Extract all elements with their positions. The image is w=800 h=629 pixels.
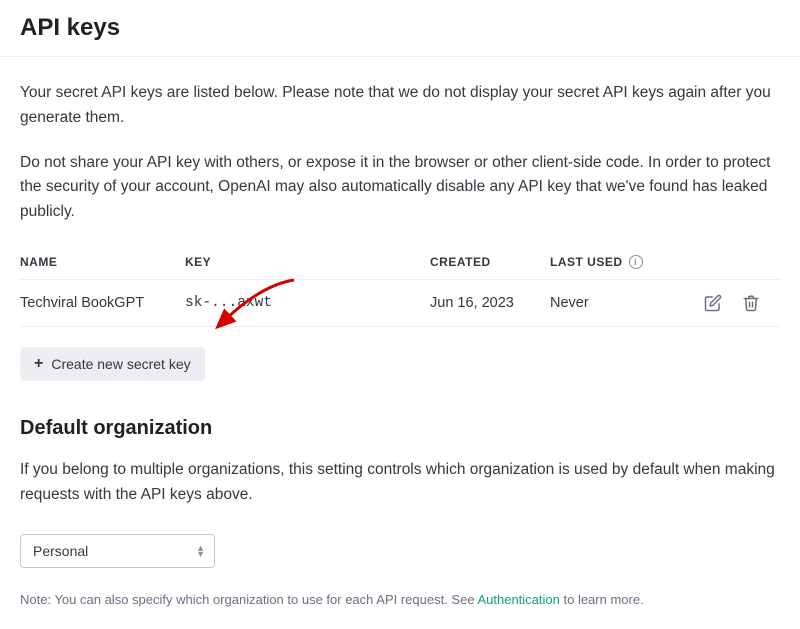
authentication-link[interactable]: Authentication (477, 592, 559, 607)
table-row: Techviral BookGPT sk-...axwt Jun 16, 202… (20, 280, 780, 327)
note-prefix: Note: You can also specify which organiz… (20, 592, 477, 607)
page-title: API keys (20, 0, 780, 56)
intro-paragraph-2: Do not share your API key with others, o… (20, 151, 780, 225)
create-key-label: Create new secret key (51, 356, 190, 372)
note-suffix: to learn more. (560, 592, 644, 607)
key-name-cell: Techviral BookGPT (20, 295, 185, 311)
col-header-lastused: LAST USED i (550, 255, 678, 269)
table-header-row: NAME KEY CREATED LAST USED i (20, 245, 780, 280)
edit-key-button[interactable] (702, 292, 724, 314)
api-keys-table: NAME KEY CREATED LAST USED i Techviral B… (20, 245, 780, 327)
col-header-key: KEY (185, 255, 430, 269)
info-icon[interactable]: i (629, 255, 643, 269)
intro-paragraph-1: Your secret API keys are listed below. P… (20, 81, 780, 131)
lastused-label: LAST USED (550, 255, 623, 269)
trash-icon (742, 294, 760, 312)
org-select[interactable]: Personal (20, 534, 215, 568)
delete-key-button[interactable] (740, 292, 762, 314)
create-secret-key-button[interactable]: + Create new secret key (20, 347, 205, 381)
org-select-wrap: Personal ▲▼ (20, 534, 215, 568)
key-lastused-cell: Never (550, 295, 678, 311)
default-org-text: If you belong to multiple organizations,… (20, 458, 780, 508)
plus-icon: + (34, 356, 43, 372)
key-value-cell: sk-...axwt (185, 295, 430, 311)
col-header-created: CREATED (430, 255, 550, 269)
key-created-cell: Jun 16, 2023 (430, 295, 550, 311)
pencil-icon (704, 294, 722, 312)
default-org-title: Default organization (20, 417, 780, 440)
title-divider (0, 56, 800, 57)
col-header-name: NAME (20, 255, 185, 269)
org-note: Note: You can also specify which organiz… (20, 590, 780, 610)
